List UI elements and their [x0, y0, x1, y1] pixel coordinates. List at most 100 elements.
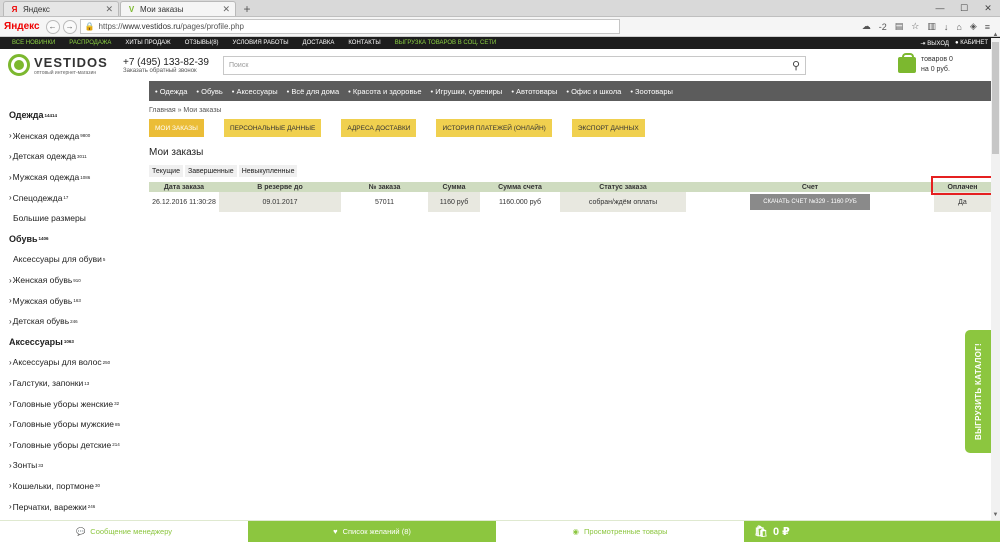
- cat-clothes[interactable]: • Одежда: [155, 87, 187, 96]
- cat-toys[interactable]: • Игрушки, сувениры: [431, 87, 503, 96]
- topbar-link-reviews[interactable]: Отзывы(8): [185, 40, 219, 46]
- close-icon[interactable]: ✕: [105, 4, 113, 15]
- sidebar-item[interactable]: › Кошельки, портмоне 30: [0, 476, 148, 497]
- sidebar-item[interactable]: › Детская обувь 246: [0, 311, 148, 332]
- cat-shoes[interactable]: • Обувь: [196, 87, 222, 96]
- close-icon[interactable]: ✕: [222, 4, 230, 15]
- tab-data-export[interactable]: Экспорт данных: [571, 119, 645, 137]
- sidebar-item[interactable]: › Женская обувь 910: [0, 270, 148, 291]
- search-icon[interactable]: ⚲: [792, 59, 800, 72]
- browser-tab-yandex[interactable]: Я Яндекс ✕: [3, 1, 119, 16]
- sidebar-item[interactable]: Большие размеры: [0, 208, 148, 229]
- cabinet-link[interactable]: ● Кабинет: [955, 40, 988, 47]
- library-icon[interactable]: ▥: [927, 21, 936, 32]
- logout-link[interactable]: ⇥ Выход: [921, 40, 949, 47]
- filter-current[interactable]: Текущие: [149, 165, 183, 177]
- download-icon[interactable]: ↓: [944, 22, 949, 32]
- sidebar-item[interactable]: Обувь 1406: [0, 229, 148, 250]
- close-window-icon[interactable]: ✕: [976, 0, 1000, 16]
- sidebar-item[interactable]: › Детская одежда 3011: [0, 146, 148, 167]
- sidebar-item[interactable]: › Спецодежда 17: [0, 187, 148, 208]
- cat-office[interactable]: • Офис и школа: [566, 87, 621, 96]
- cloud-icon[interactable]: ☁: [862, 21, 871, 32]
- tab-payment-history[interactable]: История платежей (онлайн): [436, 119, 552, 137]
- back-icon[interactable]: ←: [45, 19, 60, 34]
- pocket-icon[interactable]: ◈: [970, 21, 977, 32]
- home-icon[interactable]: ⌂: [956, 22, 961, 32]
- download-invoice-button[interactable]: Скачать счет №329 - 1160 руб: [750, 194, 870, 210]
- reader-icon[interactable]: ▤: [895, 21, 904, 32]
- export-catalog-button[interactable]: ВЫГРУЗИТЬ КАТАЛОГ!: [965, 330, 991, 453]
- filter-completed[interactable]: Завершенные: [184, 165, 237, 177]
- browser-toolbar-icons: ☁ -2 ▤ ☆ ▥ ↓ ⌂ ◈ ≡: [862, 21, 990, 32]
- address-bar[interactable]: 🔒 https:// www.vestidos.ru /pages/profil…: [79, 19, 620, 34]
- menu-icon[interactable]: ≡: [985, 22, 990, 32]
- cart-sum: на 0 руб.: [921, 66, 950, 73]
- minimize-icon[interactable]: —: [928, 0, 952, 16]
- search-input[interactable]: Поиск ⚲: [223, 55, 806, 75]
- site-logo[interactable]: VESTIDOS оптовый интернет-магазин: [8, 54, 123, 76]
- header-cart[interactable]: товаров 0 на 0 руб.: [898, 53, 953, 75]
- bookmark-star-icon[interactable]: ☆: [911, 21, 919, 32]
- forward-icon[interactable]: →: [62, 19, 77, 34]
- sidebar-item[interactable]: › Перчатки, варежки 246: [0, 496, 148, 517]
- scroll-up-icon[interactable]: ▲: [991, 32, 1000, 40]
- maximize-icon[interactable]: ☐: [952, 0, 976, 16]
- sidebar-item[interactable]: › Головные уборы мужские 85: [0, 414, 148, 435]
- new-tab-button[interactable]: +: [239, 2, 255, 16]
- topbar-link-delivery[interactable]: Доставка: [303, 40, 335, 46]
- col-paid: Оплачен: [931, 176, 993, 195]
- wishlist-button[interactable]: ♥ Список желаний (8): [248, 520, 496, 542]
- topbar-link-hits[interactable]: Хиты продаж: [125, 40, 170, 46]
- scrollbar-thumb[interactable]: [992, 42, 999, 154]
- topbar-link-sale[interactable]: Распродажа: [69, 40, 111, 46]
- sidebar-item-count: 910: [73, 277, 81, 283]
- cat-accessories[interactable]: • Аксессуары: [232, 87, 278, 96]
- sidebar-item[interactable]: › Зонты 33: [0, 455, 148, 476]
- tab-label: Яндекс: [23, 4, 50, 14]
- topbar-link-export-social[interactable]: Выгрузка товаров в соц. сети: [395, 40, 497, 46]
- topbar-link-new[interactable]: Все новинки: [12, 40, 55, 46]
- cat-pets[interactable]: • Зоотовары: [630, 87, 673, 96]
- cat-home[interactable]: • Всё для дома: [287, 87, 340, 96]
- sidebar-item[interactable]: › Женская одежда 9800: [0, 126, 148, 147]
- message-manager-button[interactable]: 💬 Сообщение менеджеру: [0, 520, 248, 542]
- yandex-logo[interactable]: Яндекс: [4, 21, 40, 32]
- breadcrumb[interactable]: Главная » Мои заказы: [149, 107, 991, 114]
- sidebar-item[interactable]: › Галстуки, запонки 13: [0, 373, 148, 394]
- sidebar-item-label: Мужская обувь: [12, 295, 73, 306]
- sidebar-item-label: Одежда: [9, 110, 44, 121]
- chevron-right-icon: ›: [9, 460, 12, 470]
- cat-beauty[interactable]: • Красота и здоровье: [348, 87, 421, 96]
- cell-date: 26.12.2016 11:30:28: [152, 198, 216, 206]
- page-scrollbar[interactable]: ▲ ▼: [991, 32, 1000, 542]
- chevron-right-icon: ›: [9, 502, 12, 512]
- export-catalog-label: ВЫГРУЗИТЬ КАТАЛОГ!: [973, 343, 983, 440]
- sidebar-item[interactable]: › Мужская одежда 1086: [0, 167, 148, 188]
- tab-delivery-addresses[interactable]: Адреса доставки: [341, 119, 417, 137]
- viewed-products-button[interactable]: ◉ Просмотренные товары: [496, 520, 744, 542]
- brand-tagline: оптовый интернет-магазин: [34, 69, 97, 76]
- tab-my-orders[interactable]: Мои заказы: [149, 119, 204, 137]
- phone-number[interactable]: +7 (495) 133-82-39: [123, 57, 223, 68]
- topbar-link-terms[interactable]: Условия работы: [233, 40, 289, 46]
- sidebar-item[interactable]: › Аксессуары для волос 250: [0, 352, 148, 373]
- sidebar-item[interactable]: Аксессуары 1063: [0, 332, 148, 353]
- filter-unclaimed[interactable]: Невыкупленные: [238, 165, 298, 177]
- browser-tab-orders[interactable]: V Мои заказы ✕: [120, 1, 236, 16]
- sidebar-item[interactable]: › Мужская обувь 163: [0, 290, 148, 311]
- sidebar-item[interactable]: Одежда 14414: [0, 105, 148, 126]
- sidebar-item[interactable]: › Головные уборы детские 214: [0, 435, 148, 456]
- sidebar-item[interactable]: Аксессуары для обуви 5: [0, 249, 148, 270]
- sidebar-item[interactable]: › Головные уборы женские 32: [0, 393, 148, 414]
- bottom-cart-button[interactable]: 🛍 0 ₽: [744, 520, 1000, 542]
- scroll-down-icon[interactable]: ▼: [991, 512, 1000, 520]
- chevron-right-icon: ›: [9, 316, 12, 326]
- heart-icon: ♥: [333, 527, 338, 536]
- tab-personal-data[interactable]: Персональные данные: [223, 119, 322, 137]
- callback-link[interactable]: Заказать обратный звонок: [123, 68, 223, 74]
- table-row: 26.12.2016 11:30:28 09.01.2017 57011 116…: [149, 192, 991, 212]
- cat-auto[interactable]: • Автотовары: [511, 87, 557, 96]
- topbar-link-contacts[interactable]: Контакты: [348, 40, 380, 46]
- sidebar-item-label: Головные уборы детские: [12, 439, 112, 450]
